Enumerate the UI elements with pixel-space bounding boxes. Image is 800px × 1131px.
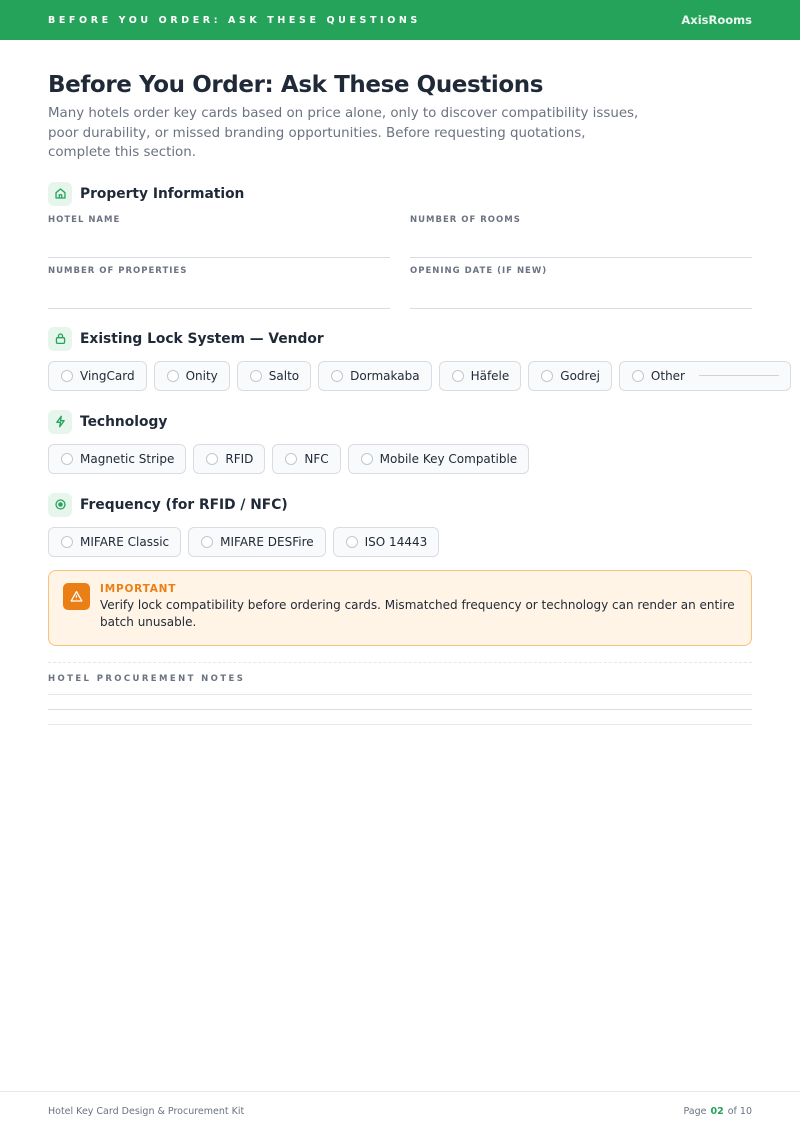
option-vingcard[interactable]: VingCard [48, 360, 147, 391]
option-label: MIFARE Classic [80, 534, 170, 549]
option-magnetic-stripe[interactable]: Magnetic Stripe [48, 443, 187, 474]
radio-circle [166, 369, 179, 382]
note-line[interactable] [48, 723, 752, 725]
callout-title: IMPORTANT [100, 582, 177, 595]
option-onity[interactable]: Onity [153, 360, 230, 391]
option-label: Godrej [560, 368, 600, 383]
option-mifare-desfire[interactable]: MIFARE DESFire [188, 526, 326, 557]
property-section: Property Information HOTEL NAME NUMBER O… [48, 181, 752, 309]
option-hafele[interactable]: Häfele [438, 360, 522, 391]
radio-circle [360, 452, 373, 465]
option-label: RFID [225, 451, 254, 466]
radio-circle [631, 369, 644, 382]
option-label: MIFARE DESFire [220, 534, 314, 549]
footer-page-indicator: Page 02 of 10 [684, 1106, 753, 1117]
lock-section: Existing Lock System — Vendor VingCard O… [48, 326, 791, 391]
properties-label: NUMBER OF PROPERTIES [48, 265, 188, 276]
radio-circle [61, 535, 73, 548]
lock-options: VingCard Onity Salto Dormakaba Häfele Go… [48, 360, 791, 391]
property-section-title: Property Information [80, 185, 245, 202]
footer-page-number: 02 [710, 1106, 724, 1117]
technology-section-header: Technology [48, 409, 752, 434]
option-label: ISO 14443 [364, 534, 428, 549]
page-intro: Many hotels order key cards based on pri… [48, 106, 639, 160]
top-banner: BEFORE YOU ORDER: ASK THESE QUESTIONS Ax… [0, 0, 800, 40]
radio-circle [451, 369, 464, 382]
option-nfc[interactable]: NFC [272, 443, 341, 474]
important-callout: IMPORTANT Verify lock compatibility befo… [48, 569, 752, 646]
note-line[interactable] [48, 693, 752, 695]
option-label: Other [650, 368, 685, 383]
technology-section: Technology Magnetic Stripe RFID NFC Mobi… [48, 409, 752, 474]
option-mifare-classic[interactable]: MIFARE Classic [48, 526, 182, 557]
property-section-header: Property Information [48, 181, 752, 206]
page-title: Before You Order: Ask These Questions [48, 72, 544, 98]
radio-circle [206, 452, 219, 465]
footer-page-label: Page [683, 1106, 707, 1117]
option-godrej[interactable]: Godrej [528, 360, 612, 391]
notes-divider [48, 661, 752, 663]
option-label: Dormakaba [350, 368, 420, 383]
option-label: VingCard [80, 368, 135, 383]
radio-circle [345, 535, 358, 548]
home-icon [48, 181, 72, 206]
hotel-name-field[interactable]: HOTEL NAME [48, 215, 390, 258]
option-label: NFC [304, 451, 329, 466]
radio-circle [541, 369, 554, 382]
lock-section-title: Existing Lock System — Vendor [80, 330, 324, 347]
option-rfid[interactable]: RFID [193, 443, 266, 474]
radio-circle [61, 369, 73, 382]
footer-page-total: of 10 [727, 1106, 752, 1117]
properties-field[interactable]: NUMBER OF PROPERTIES [48, 266, 390, 309]
target-icon [48, 492, 72, 517]
radio-circle [201, 535, 214, 548]
property-fields: HOTEL NAME NUMBER OF ROOMS NUMBER OF PRO… [48, 215, 752, 309]
radio-circle [285, 452, 298, 465]
option-other[interactable]: Other [618, 360, 791, 391]
page-content: Before You Order: Ask These Questions Ma… [48, 70, 791, 725]
radio-circle [331, 369, 344, 382]
hotel-name-label: HOTEL NAME [48, 214, 121, 225]
option-label: Mobile Key Compatible [379, 451, 518, 466]
lock-icon [48, 326, 72, 351]
footer-doc-title: Hotel Key Card Design & Procurement Kit [48, 1106, 245, 1117]
notes-label: HOTEL PROCUREMENT NOTES [48, 673, 246, 684]
opening-date-field[interactable]: OPENING DATE (IF NEW) [410, 266, 752, 309]
option-label: Häfele [470, 368, 510, 383]
callout-text: Verify lock compatibility before orderin… [100, 597, 735, 629]
warning-icon [63, 582, 90, 610]
rooms-field[interactable]: NUMBER OF ROOMS [410, 215, 752, 258]
option-mobile-key[interactable]: Mobile Key Compatible [347, 443, 530, 474]
brand-name: AxisRooms [681, 13, 752, 27]
option-dormakaba[interactable]: Dormakaba [318, 360, 432, 391]
banner-kicker: BEFORE YOU ORDER: ASK THESE QUESTIONS [48, 14, 421, 26]
option-label: Magnetic Stripe [80, 451, 175, 466]
option-label: Salto [268, 368, 300, 383]
other-write-in-line[interactable] [699, 375, 779, 376]
page-footer: Hotel Key Card Design & Procurement Kit … [0, 1091, 800, 1131]
frequency-section: Frequency (for RFID / NFC) MIFARE Classi… [48, 492, 752, 557]
technology-options: Magnetic Stripe RFID NFC Mobile Key Comp… [48, 443, 752, 474]
radio-circle [249, 369, 262, 382]
lightning-icon [48, 409, 72, 434]
notes-section: HOTEL PROCUREMENT NOTES [48, 661, 752, 725]
frequency-section-header: Frequency (for RFID / NFC) [48, 492, 752, 517]
option-iso-14443[interactable]: ISO 14443 [332, 526, 440, 557]
radio-circle [61, 452, 73, 465]
option-label: Onity [185, 368, 218, 383]
note-line[interactable] [48, 708, 752, 710]
frequency-section-title: Frequency (for RFID / NFC) [80, 496, 288, 513]
callout-body: IMPORTANT Verify lock compatibility befo… [100, 583, 735, 631]
rooms-label: NUMBER OF ROOMS [410, 214, 521, 225]
frequency-options: MIFARE Classic MIFARE DESFire ISO 14443 [48, 526, 752, 557]
technology-section-title: Technology [80, 413, 168, 430]
opening-date-label: OPENING DATE (IF NEW) [410, 265, 548, 276]
option-salto[interactable]: Salto [236, 360, 312, 391]
lock-section-header: Existing Lock System — Vendor [48, 326, 752, 351]
